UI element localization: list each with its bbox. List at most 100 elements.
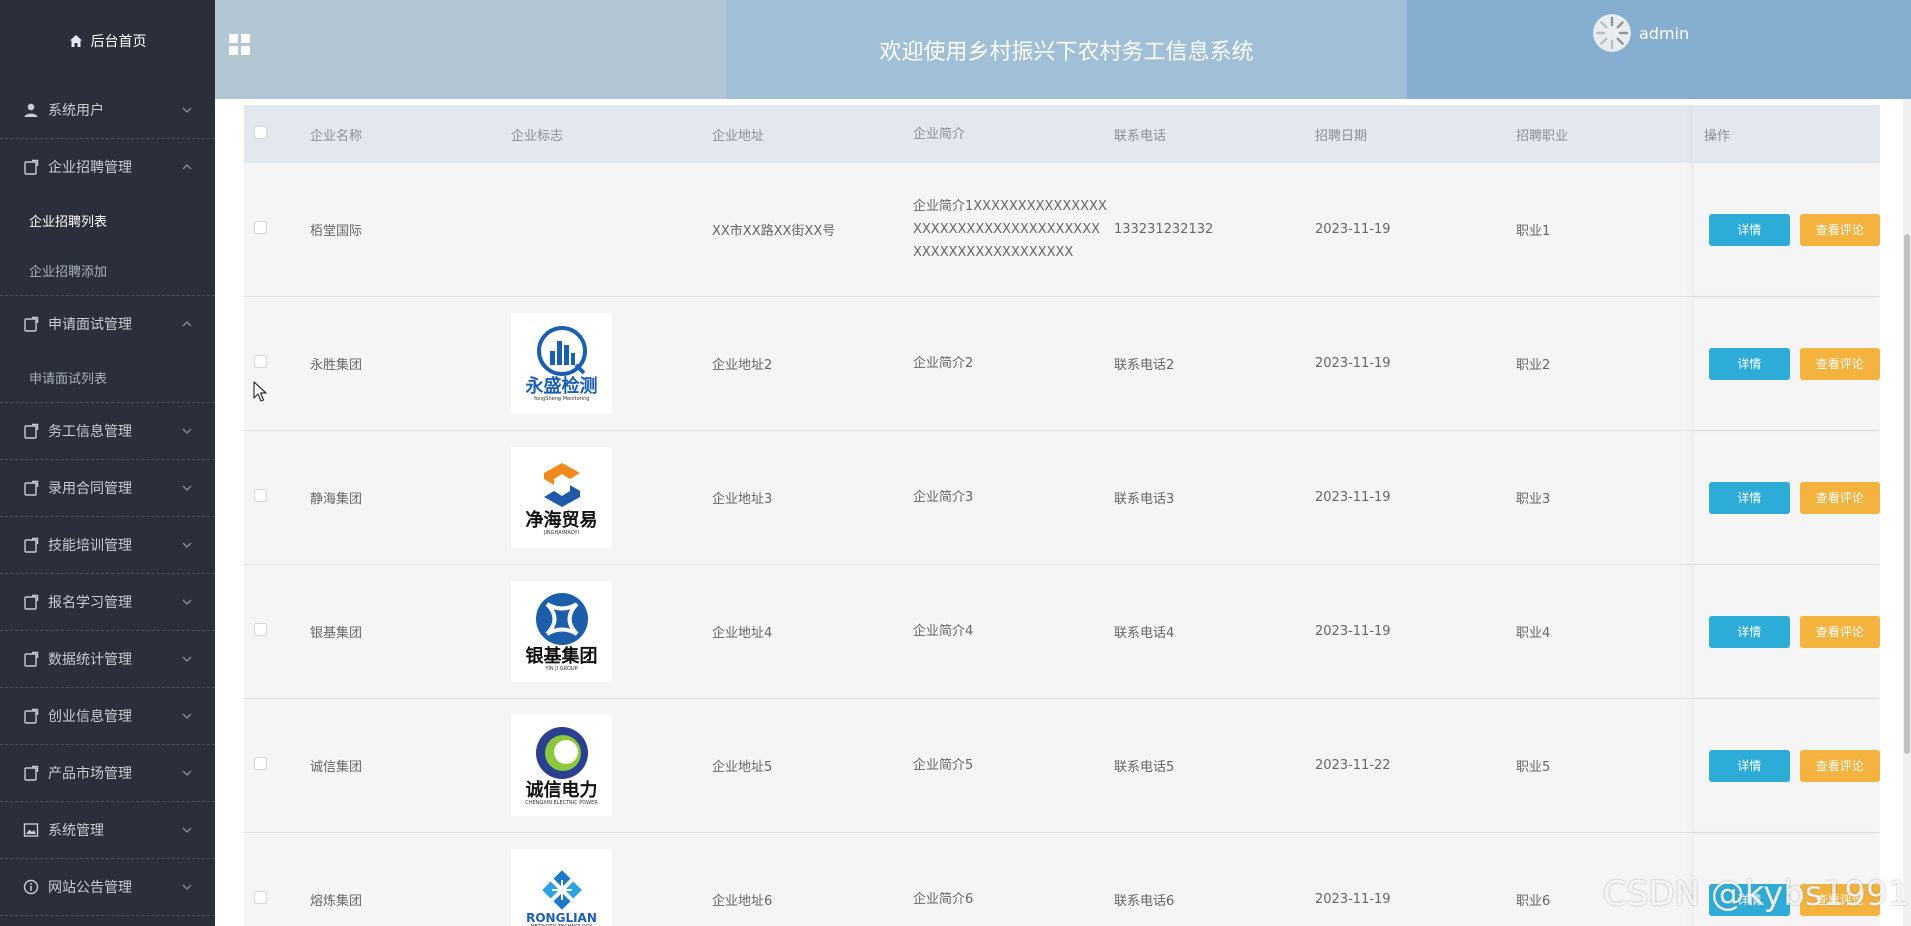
blue-x-logo bbox=[533, 591, 591, 647]
logo-text: 永盛检测 bbox=[525, 375, 598, 397]
sidebar-group-header[interactable]: 系统管理 bbox=[0, 802, 215, 858]
sidebar-group-header[interactable]: 企业招聘管理 bbox=[0, 139, 215, 195]
row-select-cell bbox=[244, 891, 310, 908]
sidebar-group-label: 系统管理 bbox=[48, 823, 104, 839]
company-phone: 联系电话6 bbox=[1114, 894, 1175, 909]
company-logo: 永盛检测 YongSheng Monitoring bbox=[511, 313, 612, 414]
recruit-job: 职业4 bbox=[1516, 626, 1551, 641]
company-name: 栢堂国际 bbox=[310, 224, 363, 239]
page-title: 欢迎使用乡村振兴下农村务工信息系统 bbox=[726, 0, 1407, 99]
detail-button[interactable]: 详情 bbox=[1709, 347, 1790, 380]
row-checkbox[interactable] bbox=[254, 623, 267, 636]
actions-cell: 详情 查看评论 bbox=[1693, 565, 1880, 698]
actions-cell: 详情 查看评论 bbox=[1693, 163, 1880, 296]
chevron-down-icon bbox=[181, 653, 193, 665]
detail-button[interactable]: 详情 bbox=[1709, 749, 1790, 782]
chevron-down-icon bbox=[181, 104, 193, 116]
view-comments-button[interactable]: 查看评论 bbox=[1799, 347, 1880, 380]
row-checkbox[interactable] bbox=[254, 489, 267, 502]
logo-cell bbox=[511, 179, 712, 280]
row-checkbox[interactable] bbox=[254, 221, 267, 234]
recruit-job: 职业5 bbox=[1516, 760, 1551, 775]
company-address: XX市XX路XX街XX号 bbox=[712, 224, 836, 239]
company-phone: 联系电话2 bbox=[1114, 358, 1175, 373]
clipboard-icon bbox=[22, 479, 40, 497]
info-icon bbox=[22, 878, 40, 896]
row-checkbox[interactable] bbox=[254, 891, 267, 904]
detail-button[interactable]: 详情 bbox=[1709, 615, 1790, 648]
sidebar-group-label: 产品市场管理 bbox=[48, 766, 132, 782]
logo-subtext: CHENGXIN ELECTRIC POWER bbox=[525, 799, 598, 806]
chevron-down-icon bbox=[181, 539, 193, 551]
sidebar-group-header[interactable]: 申请面试管理 bbox=[0, 296, 215, 352]
actions-cell: 详情 查看评论 bbox=[1693, 431, 1880, 564]
view-comments-button[interactable]: 查看评论 bbox=[1799, 749, 1880, 782]
sidebar-item[interactable]: 申请面试列表 bbox=[0, 352, 215, 402]
row-checkbox[interactable] bbox=[254, 355, 267, 368]
sidebar-group-header[interactable]: 技能培训管理 bbox=[0, 517, 215, 573]
username: admin bbox=[1639, 23, 1690, 43]
company-intro: 企业简介5 bbox=[913, 758, 974, 773]
sidebar-home-link[interactable]: 后台首页 bbox=[0, 0, 215, 82]
recruit-date: 2023-11-19 bbox=[1315, 892, 1391, 907]
company-phone: 联系电话3 bbox=[1114, 492, 1175, 507]
recruit-job: 职业3 bbox=[1516, 492, 1551, 507]
recruit-job: 职业1 bbox=[1516, 224, 1551, 239]
detail-button[interactable]: 详情 bbox=[1709, 481, 1790, 514]
clipboard-icon bbox=[22, 422, 40, 440]
company-intro: 企业简介4 bbox=[913, 624, 974, 639]
sidebar-group-header[interactable]: 产品市场管理 bbox=[0, 745, 215, 801]
company-logo: 净海贸易 JINGHAIMAOYI bbox=[511, 447, 612, 548]
col-header-intro: 企业简介 bbox=[913, 126, 966, 142]
sidebar-item[interactable]: 企业招聘列表 bbox=[0, 195, 215, 245]
company-logo: 银基集团 YIN JI GROUP bbox=[511, 581, 612, 682]
table-body: 栢堂国际 XX市XX路XX街XX号 企业简介1XXXXXXXXXXXXXXXXXXX… bbox=[244, 163, 1880, 926]
orange-blue-logo bbox=[534, 459, 590, 511]
grid-menu-icon[interactable] bbox=[229, 34, 251, 56]
clipboard-icon bbox=[22, 315, 40, 333]
table-header: 企业名称 企业标志 企业地址 企业简介 联系电话 招聘日期 招聘职业 操作 bbox=[244, 105, 1880, 163]
sidebar-group-label: 报名学习管理 bbox=[48, 595, 132, 611]
sidebar-group-header[interactable]: 系统用户 bbox=[0, 82, 215, 138]
sidebar-group-header[interactable]: 录用合同管理 bbox=[0, 460, 215, 516]
chevron-down-icon bbox=[181, 596, 193, 608]
view-comments-button[interactable]: 查看评论 bbox=[1799, 481, 1880, 514]
col-header-name: 企业名称 bbox=[310, 128, 363, 144]
sidebar-group-header[interactable]: 报名学习管理 bbox=[0, 574, 215, 630]
sidebar-group: 申请面试管理 申请面试列表 bbox=[0, 296, 215, 403]
sidebar-group-header[interactable]: 数据统计管理 bbox=[0, 631, 215, 687]
sidebar-group: 网站公告管理 bbox=[0, 859, 215, 916]
col-header-logo: 企业标志 bbox=[511, 128, 564, 144]
company-address: 企业地址2 bbox=[712, 358, 773, 373]
sidebar-group-header[interactable]: 网站公告管理 bbox=[0, 859, 215, 915]
table-row: 静海集团 净海贸易 JINGHAIMAOYI 企业地址3 企业简介3 联系电话3 2023-… bbox=[244, 431, 1880, 565]
company-name: 诚信集团 bbox=[310, 760, 363, 775]
recruitment-table: 企业名称 企业标志 企业地址 企业简介 联系电话 招聘日期 招聘职业 操作 栢堂… bbox=[244, 105, 1880, 926]
detail-button[interactable]: 详情 bbox=[1709, 213, 1790, 246]
user-menu[interactable]: admin bbox=[1593, 14, 1689, 52]
page-scrollbar[interactable] bbox=[1903, 99, 1911, 926]
sidebar-group: 产品市场管理 bbox=[0, 745, 215, 802]
company-phone: 联系电话4 bbox=[1114, 626, 1175, 641]
col-header-date: 招聘日期 bbox=[1315, 128, 1368, 144]
select-all-checkbox[interactable] bbox=[254, 125, 267, 139]
header-left bbox=[215, 0, 726, 99]
sidebar-group-label: 系统用户 bbox=[48, 103, 104, 119]
row-checkbox[interactable] bbox=[254, 757, 267, 770]
company-logo: 诚信电力 CHENGXIN ELECTRIC POWER bbox=[511, 715, 612, 816]
chevron-up-icon bbox=[181, 161, 193, 173]
logo-cell: 诚信电力 CHENGXIN ELECTRIC POWER bbox=[511, 715, 712, 816]
chevron-down-icon bbox=[181, 824, 193, 836]
company-logo: RONGLIANNETWORK TECHNOLOGY bbox=[511, 849, 612, 926]
sidebar-group-label: 录用合同管理 bbox=[48, 481, 132, 497]
table-row: 诚信集团 诚信电力 CHENGXIN ELECTRIC POWER 企业地址5 企业简介… bbox=[244, 699, 1880, 833]
scrollbar-thumb[interactable] bbox=[1904, 234, 1910, 754]
view-comments-button[interactable]: 查看评论 bbox=[1799, 615, 1880, 648]
top-header: 欢迎使用乡村振兴下农村务工信息系统 admin bbox=[215, 0, 1911, 99]
sidebar-group-header[interactable]: 创业信息管理 bbox=[0, 688, 215, 744]
sidebar-group-header[interactable]: 务工信息管理 bbox=[0, 403, 215, 459]
recruit-date: 2023-11-19 bbox=[1315, 356, 1391, 371]
sidebar-item[interactable]: 企业招聘添加 bbox=[0, 245, 215, 295]
row-select-cell bbox=[244, 221, 310, 238]
view-comments-button[interactable]: 查看评论 bbox=[1799, 213, 1880, 246]
